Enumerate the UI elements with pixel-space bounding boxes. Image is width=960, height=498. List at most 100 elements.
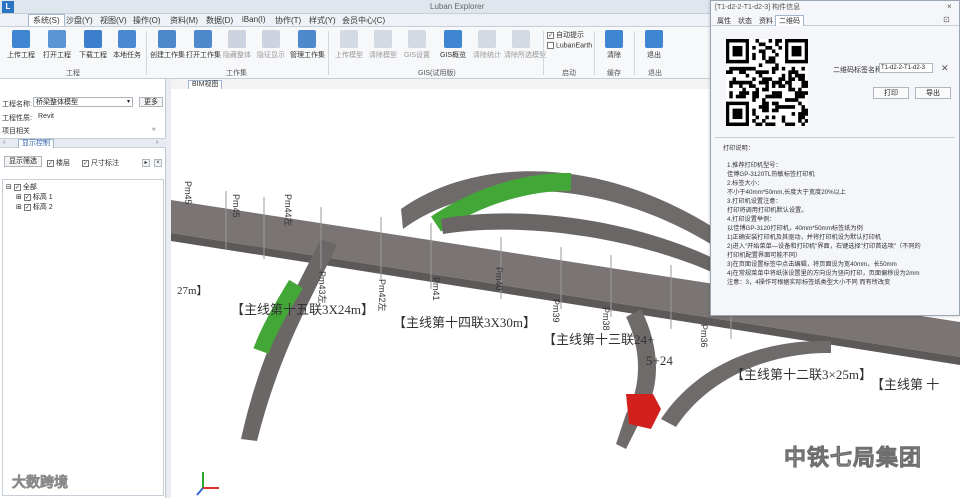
print-button[interactable]: 打印	[873, 87, 909, 99]
luban-earth-checkbox[interactable]: LubanEarth	[547, 42, 592, 49]
menu-system[interactable]: 系统(S)	[28, 14, 65, 26]
qr-module	[785, 98, 789, 102]
qr-module	[771, 122, 776, 127]
qr-module	[729, 66, 733, 71]
clear-cache-button[interactable]: 清除	[597, 30, 631, 66]
open-workset-button[interactable]: 打开工作集	[186, 30, 221, 66]
checkbox-checked-icon: ✓	[547, 31, 554, 39]
group-label-exit: 退出	[648, 70, 662, 77]
gis-clear-button[interactable]: 清除模型	[366, 30, 400, 66]
export-button[interactable]: 导出	[915, 87, 951, 99]
viewport-label: 【主线第 十	[871, 377, 939, 392]
auto-hint-checkbox[interactable]: ✓ 自动提示	[547, 30, 584, 40]
pier-label: Pm43左	[317, 271, 328, 304]
qr-module	[788, 98, 792, 102]
display-filter-button[interactable]: 显示筛选	[4, 156, 42, 167]
qr-module	[758, 49, 763, 54]
qr-module	[752, 91, 756, 95]
left-panel-tabs: ‹ 显示控制 ›	[0, 138, 166, 148]
group-label-startup: 启动	[562, 70, 576, 77]
clear-field-icon[interactable]: ✕	[941, 63, 949, 74]
gis-upload-button[interactable]: 上传模型	[332, 30, 366, 66]
instruction-line: 打印机配置界面可能不同）	[727, 252, 802, 259]
project-name-select[interactable]: 桥梁整体模型 ▾	[33, 97, 133, 107]
tab-scroll-left-icon[interactable]: ‹	[3, 139, 5, 146]
local-task-button[interactable]: 本地任务	[110, 30, 144, 66]
viewport-label: 【主线第十二联3×25m】	[731, 367, 872, 382]
qr-name-field[interactable]: T1-d2-2-T1-d2-3	[879, 63, 933, 73]
qr-module	[791, 87, 796, 92]
qr-module	[752, 94, 756, 99]
mark-show-button[interactable]: 隐征显示	[254, 30, 288, 66]
qr-module	[778, 91, 782, 95]
qr-finder-mark	[732, 45, 743, 57]
qr-module	[742, 70, 746, 74]
qr-module	[775, 91, 779, 95]
more-button[interactable]: 更多	[139, 97, 163, 107]
close-icon[interactable]: ×	[947, 2, 952, 11]
manage-workset-button[interactable]: 管理工作集	[290, 30, 325, 66]
qr-module	[781, 119, 786, 123]
qr-module	[762, 119, 766, 123]
qr-module	[758, 73, 763, 78]
qr-panel-title: [T1-d2-2-T1-d2-3] 构件信息	[715, 4, 801, 11]
tree-item-all[interactable]: ⊟ ✓ 全部	[6, 182, 37, 192]
qr-module	[801, 115, 805, 120]
gis-stats-button[interactable]: 清除统计	[470, 30, 504, 66]
upload-project-button[interactable]: 上传工程	[4, 30, 38, 66]
open-project-button[interactable]: 打开工程	[40, 30, 74, 66]
qr-module	[801, 112, 805, 116]
download-project-button[interactable]: 下载工程	[76, 30, 110, 66]
qr-module	[775, 52, 779, 57]
tab-display-control[interactable]: 显示控制	[18, 139, 54, 148]
panel-close-icon[interactable]: ×	[154, 159, 162, 167]
dimension-checkbox[interactable]: ✓ 尺寸标注	[82, 158, 119, 168]
menu-view[interactable]: 视图(V)	[100, 15, 127, 26]
qr-module	[778, 39, 782, 43]
panel-arrow-icon[interactable]: ▸	[142, 159, 150, 167]
tab-qr-code[interactable]: 二维码	[775, 15, 804, 26]
qr-module	[762, 70, 766, 74]
menu-data[interactable]: 数据(D)	[206, 15, 233, 26]
qr-code-panel: [T1-d2-2-T1-d2-3] 构件信息 × 属性 状态 资料 二维码 ⊡ …	[710, 0, 960, 316]
qr-module	[778, 77, 782, 81]
gis-settings-button[interactable]: GIS设置	[400, 30, 434, 66]
pier-label: Pm44左	[283, 194, 294, 227]
collapse-icon[interactable]: «	[152, 126, 156, 133]
qr-module	[771, 91, 776, 95]
tab-scroll-right-icon[interactable]: ›	[156, 139, 158, 146]
tab-properties[interactable]: 属性	[714, 16, 734, 26]
qr-module	[765, 77, 769, 81]
menu-material[interactable]: 资料(M)	[170, 15, 198, 26]
gis-select-button[interactable]: 清除所选模型	[504, 30, 546, 66]
menu-operation[interactable]: 操作(O)	[133, 15, 161, 26]
qr-module	[775, 63, 779, 68]
qr-module	[752, 77, 756, 81]
menu-collab[interactable]: 协作(T)	[275, 15, 301, 26]
qr-module	[729, 84, 733, 88]
menu-sandbox[interactable]: 沙盘(Y)	[66, 15, 93, 26]
tab-materials[interactable]: 资料	[756, 16, 776, 26]
tab-status[interactable]: 状态	[735, 16, 755, 26]
qr-module	[791, 66, 796, 71]
tree-item-level-2[interactable]: ⊞ ✓ 标高 2	[16, 202, 53, 212]
menu-style[interactable]: 样式(Y)	[309, 15, 336, 26]
create-workset-button[interactable]: 创建工作集	[150, 30, 185, 66]
exit-button[interactable]: 退出	[637, 30, 671, 66]
gis-overview-button[interactable]: GIS概览	[436, 30, 470, 66]
qr-module	[765, 84, 769, 88]
qr-module	[758, 42, 763, 47]
qr-module	[775, 42, 779, 47]
viewport-label: 【主线第十五联3X24m】	[231, 302, 374, 317]
floor-checkbox[interactable]: ✓ 楼层	[47, 158, 70, 168]
tree-item-level-1[interactable]: ⊞ ✓ 标高 1	[16, 192, 53, 202]
menu-iban[interactable]: iBan(I)	[242, 15, 266, 24]
project-type-label: 工程性质:	[2, 115, 32, 122]
qr-module	[785, 80, 789, 85]
tab-bim-view[interactable]: BIM视图	[188, 80, 223, 89]
hide-workset-button[interactable]: 隐藏整体	[220, 30, 254, 66]
menu-member[interactable]: 会员中心(C)	[342, 15, 385, 26]
print-instructions: 打印说明： 1.推荐打印机型号： 佳博GP-3120TL热敏标签打印机 2.标签…	[715, 137, 955, 313]
instruction-line: 2.标签大小：	[727, 180, 764, 187]
pin-icon[interactable]: ⊡	[943, 15, 950, 24]
